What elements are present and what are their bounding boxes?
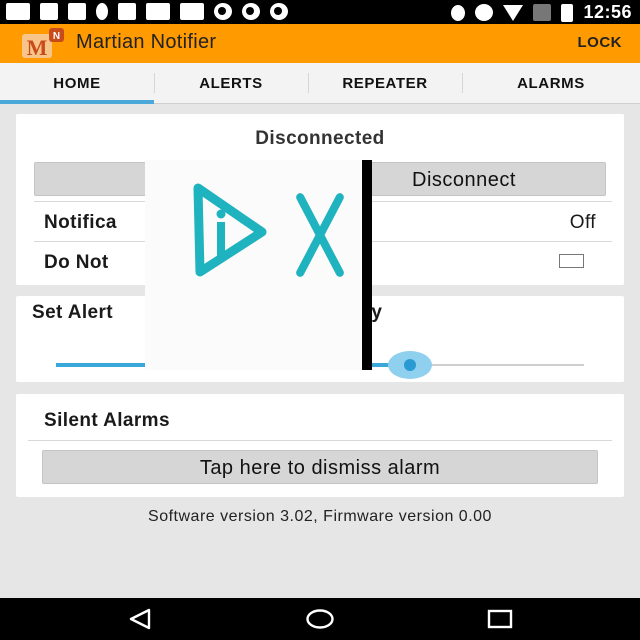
back-icon [129, 608, 151, 630]
divider [28, 440, 612, 441]
silent-alarms-card: Silent Alarms Tap here to dismiss alarm [16, 394, 624, 497]
sensitivity-label: Set Alert [32, 302, 113, 324]
tab-home[interactable]: HOME [0, 63, 154, 104]
status-bar-system: 12:56 [451, 2, 632, 23]
recents-icon [487, 609, 513, 629]
navigation-bar [0, 598, 640, 640]
dollar-icon [270, 3, 288, 20]
home-icon [306, 609, 334, 629]
silent-alarms-title: Silent Alarms [44, 410, 170, 431]
facebook-icon [40, 3, 58, 20]
notifications-label: Notifica [44, 212, 117, 233]
dollar-icon [242, 3, 260, 20]
dollar-icon [214, 3, 232, 20]
app-logo-icon: M N [22, 28, 64, 59]
lock-button[interactable]: LOCK [578, 34, 623, 51]
tab-alarms[interactable]: ALARMS [462, 63, 640, 103]
version-info: Software version 3.02, Firmware version … [148, 508, 492, 525]
message-icon [6, 3, 30, 20]
x-icon[interactable] [290, 190, 350, 280]
location-icon [451, 4, 466, 21]
tab-alerts[interactable]: ALERTS [154, 63, 308, 103]
notification-icon [96, 3, 108, 20]
overlay-edge [362, 160, 372, 370]
home-button[interactable] [290, 598, 350, 640]
no-signal-icon [533, 4, 552, 21]
logo-letter: M [27, 35, 48, 59]
overlay-popup [145, 160, 372, 370]
recents-button[interactable] [470, 598, 530, 640]
image-icon [180, 3, 204, 20]
logo-badge-letter: N [53, 31, 60, 42]
connection-status: Disconnected [255, 128, 385, 149]
do-not-disturb-icon [475, 4, 494, 21]
facebook-icon [118, 3, 136, 20]
notifications-value[interactable]: Off [570, 212, 596, 234]
play-i-icon[interactable] [190, 180, 270, 280]
image-icon [146, 3, 170, 20]
clock: 12:56 [583, 2, 632, 22]
do-not-disturb-checkbox[interactable] [559, 254, 584, 268]
dismiss-alarm-button[interactable]: Tap here to dismiss alarm [42, 450, 598, 484]
app-title: Martian Notifier [76, 31, 217, 53]
facebook-icon [68, 3, 86, 20]
wifi-icon [503, 4, 524, 21]
battery-charging-icon [561, 3, 574, 22]
do-not-disturb-label: Do Not [44, 252, 109, 273]
tab-repeater[interactable]: REPEATER [308, 63, 462, 103]
status-bar: 12:56 [0, 0, 640, 24]
app-bar: M N Martian Notifier LOCK [0, 24, 640, 63]
status-bar-notifications [6, 3, 288, 20]
sensitivity-label-left: Set Alert [32, 302, 114, 323]
tab-bar: HOME ALERTS REPEATER ALARMS [0, 63, 640, 104]
back-button[interactable] [110, 598, 170, 640]
sensitivity-slider-thumb[interactable] [404, 359, 416, 371]
